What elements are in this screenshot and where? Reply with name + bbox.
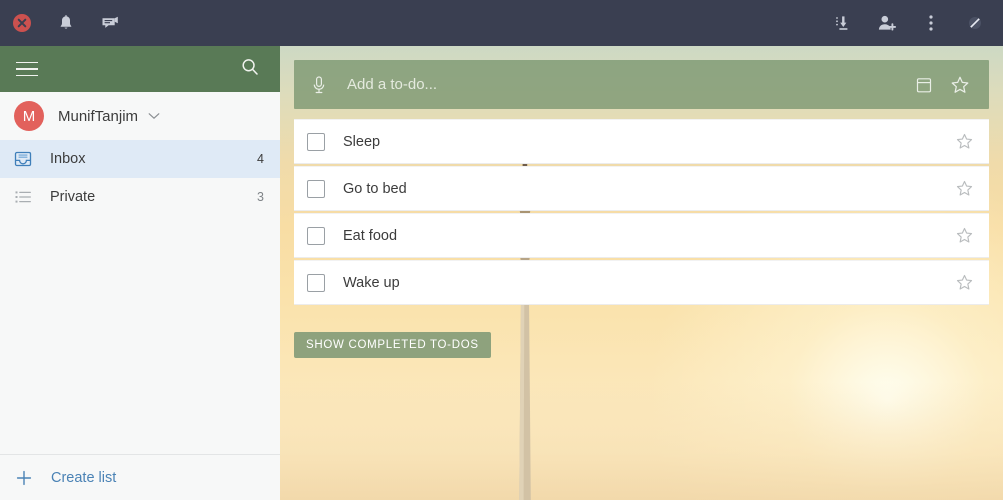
add-todo-bar <box>294 60 989 109</box>
search-icon <box>240 57 260 82</box>
todo-row[interactable]: Sleep <box>294 119 989 164</box>
star-icon[interactable] <box>953 225 975 247</box>
close-button[interactable] <box>0 0 44 46</box>
todo-label: Sleep <box>343 133 381 150</box>
sidebar-item-label: Inbox <box>50 151 86 167</box>
todo-label: Go to bed <box>343 180 407 197</box>
bell-icon <box>57 14 75 32</box>
import-button[interactable] <box>821 0 865 46</box>
add-user-button[interactable] <box>865 0 909 46</box>
star-icon[interactable] <box>953 178 975 200</box>
star-icon[interactable] <box>953 131 975 153</box>
todo-row[interactable]: Go to bed <box>294 166 989 211</box>
main-content: Sleep Go to bed <box>280 46 1003 500</box>
todo-label: Wake up <box>343 274 400 291</box>
microphone-icon[interactable] <box>308 73 330 97</box>
sidebar-item-private[interactable]: Private 3 <box>0 178 280 216</box>
titlebar-left-group <box>0 0 132 46</box>
todo-checkbox[interactable] <box>307 273 325 292</box>
todo-label: Eat food <box>343 227 398 244</box>
calendar-icon[interactable] <box>909 70 939 100</box>
sidebar-item-inbox[interactable]: Inbox 4 <box>0 140 280 178</box>
titlebar-right-group <box>821 0 1003 46</box>
add-todo-input[interactable] <box>345 75 903 94</box>
import-icon <box>834 14 852 32</box>
todo-row[interactable]: Eat food <box>294 213 989 258</box>
show-completed-todos-button[interactable]: SHOW COMPLETED TO-DOS <box>294 332 491 358</box>
app-window: M MunifTanjim Inbox 4 Private 3 Create l… <box>0 0 1003 500</box>
todo-row[interactable]: Wake up <box>294 260 989 305</box>
title-bar <box>0 0 1003 46</box>
add-user-icon <box>877 14 897 32</box>
star-icon[interactable] <box>953 272 975 294</box>
plus-icon <box>14 468 34 488</box>
sidebar-item-label: Private <box>50 189 96 205</box>
sidebar-item-count: 4 <box>257 152 264 166</box>
sidebar-item-count: 3 <box>257 190 264 204</box>
todo-list: Sleep Go to bed Eat food Wake up <box>294 119 989 307</box>
sidebar: M MunifTanjim Inbox 4 Private 3 Create l… <box>0 46 280 500</box>
hamburger-line <box>16 74 38 77</box>
username-label: MunifTanjim <box>58 107 139 125</box>
user-account-row[interactable]: M MunifTanjim <box>0 92 280 140</box>
hamburger-menu-button[interactable] <box>12 54 42 84</box>
search-button[interactable] <box>236 55 264 83</box>
sidebar-header <box>0 46 280 92</box>
hamburger-line <box>16 68 38 70</box>
todo-checkbox[interactable] <box>307 226 325 245</box>
create-list-label: Create list <box>51 469 117 486</box>
disabled-button[interactable] <box>953 0 997 46</box>
avatar: M <box>14 101 44 131</box>
more-options-button[interactable] <box>909 0 953 46</box>
comment-icon <box>100 14 120 32</box>
todo-checkbox[interactable] <box>307 132 325 151</box>
notifications-button[interactable] <box>44 0 88 46</box>
create-list-button[interactable]: Create list <box>0 454 280 500</box>
list-nav: Inbox 4 Private 3 <box>0 140 280 454</box>
hamburger-line <box>16 61 38 64</box>
list-icon <box>13 187 33 207</box>
main-panel: Sleep Go to bed <box>280 46 1003 500</box>
todo-checkbox[interactable] <box>307 179 325 198</box>
inbox-icon <box>13 149 33 169</box>
chevron-down-icon[interactable] <box>148 112 160 120</box>
comments-button[interactable] <box>88 0 132 46</box>
disabled-icon <box>967 15 983 31</box>
star-icon[interactable] <box>945 70 975 100</box>
more-options-icon <box>928 13 934 33</box>
close-icon <box>12 13 32 33</box>
